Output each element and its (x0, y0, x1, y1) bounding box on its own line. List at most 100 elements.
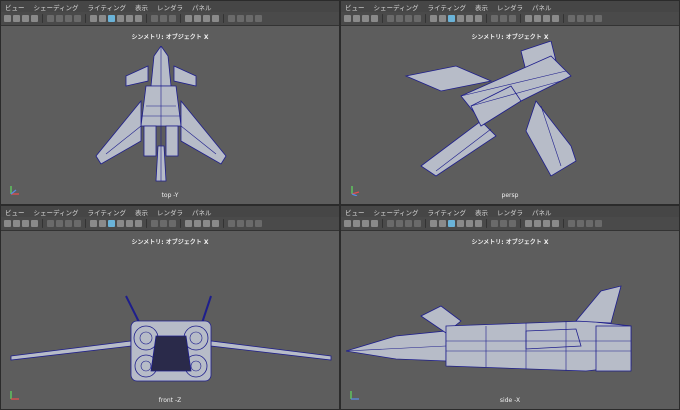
textured-icon[interactable] (117, 220, 124, 227)
xray-components-icon[interactable] (212, 220, 219, 227)
viewport-front[interactable]: ビュー シェーディング ライティング 表示 レンダラ パネル シンメトリ: オブ… (0, 205, 340, 410)
motion-blur-icon[interactable] (500, 220, 507, 227)
textured-icon[interactable] (457, 15, 464, 22)
spaceship-model[interactable] (401, 41, 601, 191)
lights-icon[interactable] (466, 220, 473, 227)
gamma-icon[interactable] (237, 220, 244, 227)
smooth-shade-icon[interactable] (99, 220, 106, 227)
wireframe-icon[interactable] (90, 15, 97, 22)
wireframe-icon[interactable] (430, 15, 437, 22)
xray-joints-icon[interactable] (203, 15, 210, 22)
spaceship-model[interactable] (346, 271, 676, 381)
ambient-occlusion-icon[interactable] (151, 220, 158, 227)
menu-panels[interactable]: パネル (192, 2, 212, 12)
camera-select-icon[interactable] (344, 220, 351, 227)
ambient-occlusion-icon[interactable] (491, 15, 498, 22)
wireframe-on-shaded-icon[interactable] (108, 220, 115, 227)
image-plane-icon[interactable] (31, 15, 38, 22)
textured-icon[interactable] (117, 15, 124, 22)
spaceship-model[interactable] (6, 286, 336, 386)
wireframe-on-shaded-icon[interactable] (448, 15, 455, 22)
exposure-icon[interactable] (228, 15, 235, 22)
camera-attributes-icon[interactable] (353, 220, 360, 227)
grid-icon[interactable] (387, 220, 394, 227)
resolution-gate-icon[interactable] (65, 15, 72, 22)
shadows-icon[interactable] (135, 220, 142, 227)
gate-mask-icon[interactable] (414, 220, 421, 227)
bookmark-icon[interactable] (362, 15, 369, 22)
menu-panels[interactable]: パネル (532, 2, 552, 12)
xray-joints-icon[interactable] (203, 220, 210, 227)
menu-view[interactable]: ビュー (345, 207, 365, 217)
anti-aliasing-icon[interactable] (509, 15, 516, 22)
xray-icon[interactable] (194, 220, 201, 227)
anti-aliasing-icon[interactable] (169, 15, 176, 22)
isolate-select-icon[interactable] (525, 15, 532, 22)
film-gate-icon[interactable] (396, 220, 403, 227)
viewport-persp[interactable]: ビュー シェーディング ライティング 表示 レンダラ パネル シンメトリ: オブ… (340, 0, 680, 205)
menu-lighting[interactable]: ライティング (428, 2, 466, 12)
gamma-icon[interactable] (237, 15, 244, 22)
menu-shading[interactable]: シェーディング (34, 207, 79, 217)
ambient-occlusion-icon[interactable] (151, 15, 158, 22)
gate-mask-icon[interactable] (414, 15, 421, 22)
viewport-canvas[interactable]: シンメトリ: オブジェクト X (1, 231, 339, 409)
grid-icon[interactable] (47, 15, 54, 22)
smooth-shade-icon[interactable] (99, 15, 106, 22)
viewport-top[interactable]: ビュー シェーディング ライティング 表示 レンダラ パネル シンメトリ: オブ… (0, 0, 340, 205)
image-plane-icon[interactable] (31, 220, 38, 227)
viewport-canvas[interactable]: シンメトリ: オブジェクト X (1, 26, 339, 204)
menu-lighting[interactable]: ライティング (88, 2, 126, 12)
settings-gear-icon[interactable] (255, 15, 262, 22)
camera-select-icon[interactable] (4, 15, 11, 22)
camera-select-icon[interactable] (344, 15, 351, 22)
textured-icon[interactable] (457, 220, 464, 227)
shadows-icon[interactable] (475, 220, 482, 227)
color-management-icon[interactable] (586, 220, 593, 227)
bookmark-icon[interactable] (22, 15, 29, 22)
wireframe-icon[interactable] (430, 220, 437, 227)
menu-view[interactable]: ビュー (5, 2, 25, 12)
grid-icon[interactable] (387, 15, 394, 22)
image-plane-icon[interactable] (371, 15, 378, 22)
menu-lighting[interactable]: ライティング (88, 207, 126, 217)
xray-icon[interactable] (194, 15, 201, 22)
motion-blur-icon[interactable] (160, 220, 167, 227)
bookmark-icon[interactable] (362, 220, 369, 227)
film-gate-icon[interactable] (396, 15, 403, 22)
xray-components-icon[interactable] (552, 220, 559, 227)
smooth-shade-icon[interactable] (439, 220, 446, 227)
xray-joints-icon[interactable] (543, 220, 550, 227)
color-management-icon[interactable] (246, 15, 253, 22)
anti-aliasing-icon[interactable] (509, 220, 516, 227)
grid-icon[interactable] (47, 220, 54, 227)
settings-gear-icon[interactable] (595, 220, 602, 227)
menu-show[interactable]: 表示 (135, 2, 148, 12)
xray-icon[interactable] (534, 220, 541, 227)
menu-show[interactable]: 表示 (475, 2, 488, 12)
ambient-occlusion-icon[interactable] (491, 220, 498, 227)
exposure-icon[interactable] (568, 15, 575, 22)
viewport-side[interactable]: ビュー シェーディング ライティング 表示 レンダラ パネル シンメトリ: オブ… (340, 205, 680, 410)
menu-renderer[interactable]: レンダラ (497, 2, 523, 12)
viewport-canvas[interactable]: シンメトリ: オブジェクト X (341, 26, 679, 204)
resolution-gate-icon[interactable] (405, 15, 412, 22)
menu-view[interactable]: ビュー (5, 207, 25, 217)
wireframe-on-shaded-icon[interactable] (448, 220, 455, 227)
menu-renderer[interactable]: レンダラ (157, 2, 183, 12)
lights-icon[interactable] (126, 15, 133, 22)
xray-components-icon[interactable] (552, 15, 559, 22)
settings-gear-icon[interactable] (595, 15, 602, 22)
gate-mask-icon[interactable] (74, 220, 81, 227)
motion-blur-icon[interactable] (500, 15, 507, 22)
menu-shading[interactable]: シェーディング (374, 207, 419, 217)
shadows-icon[interactable] (475, 15, 482, 22)
menu-renderer[interactable]: レンダラ (497, 207, 523, 217)
exposure-icon[interactable] (568, 220, 575, 227)
gamma-icon[interactable] (577, 220, 584, 227)
xray-joints-icon[interactable] (543, 15, 550, 22)
gamma-icon[interactable] (577, 15, 584, 22)
lights-icon[interactable] (126, 220, 133, 227)
menu-show[interactable]: 表示 (135, 207, 148, 217)
camera-select-icon[interactable] (4, 220, 11, 227)
